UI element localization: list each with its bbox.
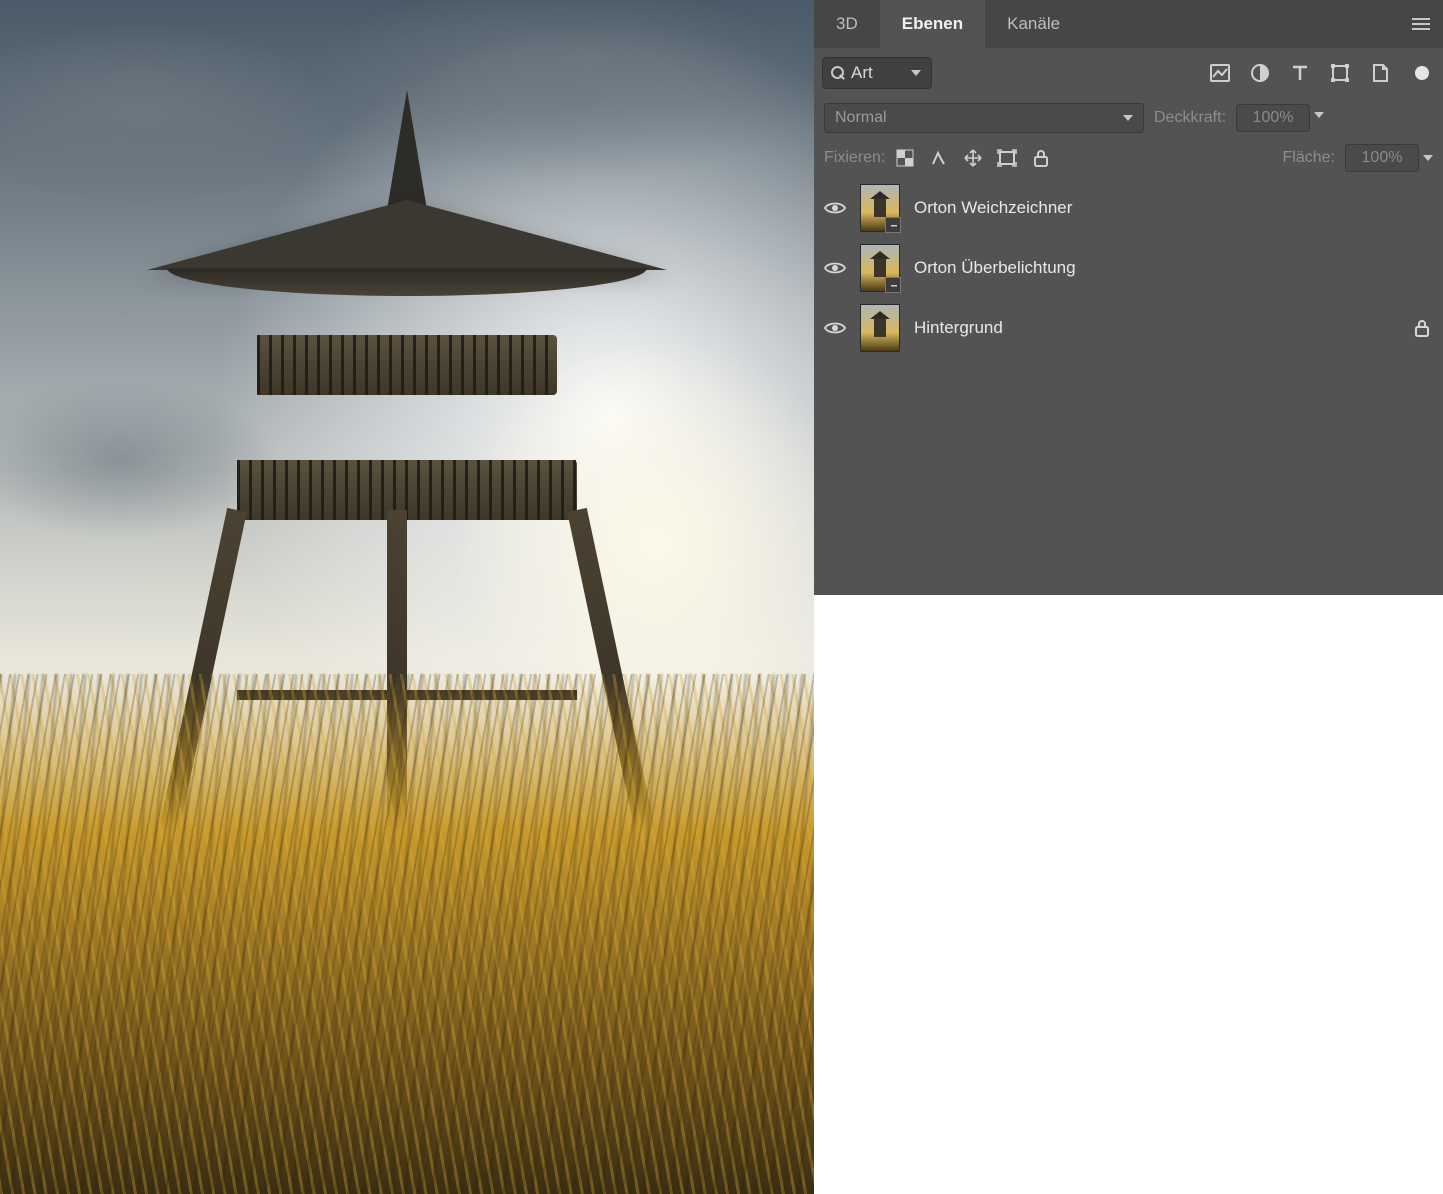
blend-mode-dropdown[interactable]: Normal [824, 103, 1144, 133]
layer-name[interactable]: Hintergrund [914, 318, 1003, 338]
canvas-foreground-grass [0, 674, 814, 1194]
layer-row[interactable]: Hintergrund [814, 298, 1443, 358]
filter-type-icon[interactable] [1289, 62, 1311, 84]
layer-row[interactable]: Orton Überbelichtung [814, 238, 1443, 298]
layer-thumbnail[interactable] [860, 184, 900, 232]
chevron-down-icon [911, 70, 921, 76]
filter-pixel-icon[interactable] [1209, 62, 1231, 84]
filter-kind-label: Art [851, 63, 873, 83]
filter-adjustment-icon[interactable] [1249, 62, 1271, 84]
tab-channels[interactable]: Kanäle [985, 0, 1082, 48]
layer-row[interactable]: Orton Weichzeichner [814, 178, 1443, 238]
chevron-down-icon [1123, 115, 1133, 121]
visibility-toggle-icon[interactable] [824, 317, 846, 339]
lock-position-icon[interactable] [963, 148, 983, 168]
lock-artboard-icon[interactable] [997, 148, 1017, 168]
fill-input[interactable]: 100% [1345, 144, 1419, 172]
layer-filter-bar: Art [814, 48, 1443, 98]
layer-thumbnail[interactable] [860, 304, 900, 352]
document-canvas[interactable] [0, 0, 814, 1194]
lock-icon[interactable] [1413, 319, 1431, 337]
layer-thumbnail[interactable] [860, 244, 900, 292]
layer-name[interactable]: Orton Weichzeichner [914, 198, 1072, 218]
filter-smartobject-icon[interactable] [1369, 62, 1391, 84]
tab-label: Ebenen [902, 14, 963, 34]
layer-name[interactable]: Orton Überbelichtung [914, 258, 1076, 278]
empty-area [814, 595, 1443, 1194]
filter-shape-icon[interactable] [1329, 62, 1351, 84]
layers-panel: 3D Ebenen Kanäle Art [814, 0, 1443, 595]
lock-row: Fixieren: Fläche: [814, 138, 1443, 178]
visibility-toggle-icon[interactable] [824, 197, 846, 219]
lock-image-icon[interactable] [929, 148, 949, 168]
filter-kind-dropdown[interactable]: Art [822, 57, 932, 89]
chevron-down-icon[interactable] [1314, 112, 1324, 118]
tab-layers[interactable]: Ebenen [880, 0, 985, 48]
opacity-input[interactable]: 100% [1236, 104, 1310, 132]
chevron-down-icon[interactable] [1423, 155, 1433, 161]
fill-label: Fläche: [1283, 149, 1335, 167]
panel-menu-icon[interactable] [1399, 0, 1443, 48]
tab-label: 3D [836, 14, 858, 34]
lock-label: Fixieren: [824, 149, 885, 167]
tab-3d[interactable]: 3D [814, 0, 880, 48]
visibility-toggle-icon[interactable] [824, 257, 846, 279]
filter-toggle-indicator[interactable] [1415, 66, 1429, 80]
layers-list: Orton Weichzeichner Orton Überbelichtung… [814, 178, 1443, 595]
blend-row: Normal Deckkraft: 100% [814, 98, 1443, 138]
opacity-value: 100% [1253, 109, 1294, 127]
lock-all-icon[interactable] [1031, 148, 1051, 168]
search-icon [831, 66, 845, 80]
opacity-label: Deckkraft: [1154, 109, 1226, 127]
blend-mode-value: Normal [835, 109, 887, 127]
panel-tab-bar: 3D Ebenen Kanäle [814, 0, 1443, 48]
lock-transparent-icon[interactable] [895, 148, 915, 168]
fill-value: 100% [1362, 149, 1403, 167]
tab-label: Kanäle [1007, 14, 1060, 34]
